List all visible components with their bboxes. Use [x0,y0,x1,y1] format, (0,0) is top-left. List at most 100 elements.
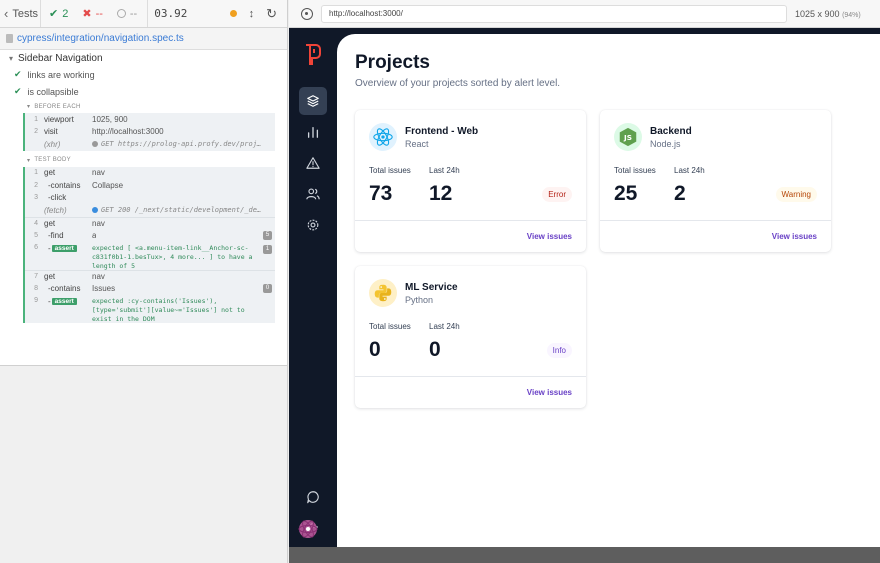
view-issues-link[interactable]: View issues [527,232,572,241]
test-row[interactable]: ✔ links are working [0,66,287,83]
url-text: http://localhost:3000/ [329,9,403,18]
assert-tag: assert [51,297,77,305]
command-name-wrap: - assert [44,297,92,306]
command-row[interactable]: 7 get nav [25,269,275,283]
spec-file-link[interactable]: cypress/integration/navigation.spec.ts [0,28,287,50]
project-name: ML Service [405,281,458,293]
svg-text:JS: JS [623,133,632,142]
test-body-title[interactable]: ▾ TEST BODY [0,154,287,167]
command-dash: - [48,243,51,253]
last-24h-value: 0 [429,338,441,361]
test-title: links are working [27,69,95,80]
nav-issues-chart-icon[interactable] [299,118,327,146]
selector-playground-icon[interactable] [301,7,313,20]
auto-scroll-indicator-icon[interactable] [229,10,237,17]
test-title: is collapsible [27,86,79,97]
last-24h-label: Last 24h [429,166,460,175]
command-row[interactable]: 5 -find a 5 [25,229,275,242]
command-name: -click [48,193,67,203]
nav-projects-icon[interactable] [299,87,327,115]
projects-page: Projects Overview of your projects sorte… [337,34,880,547]
nav-settings-icon[interactable] [299,211,327,239]
command-message: a [92,230,97,240]
failed-value: -- [95,7,103,20]
command-log: ▾ Sidebar Navigation ✔ links are working… [0,50,287,366]
assert-tag: assert [51,244,77,252]
command-message: nav [92,168,105,178]
runner-top-bar: ‹ Tests ✔ 2 ✖ -- -- 03.92 ↕ ↻ [0,0,287,28]
command-row[interactable]: (xhr) GET https://prolog-api.profy.dev/p… [25,138,275,151]
command-number: 7 [34,272,38,280]
view-issues-link[interactable]: View issues [772,232,817,241]
test-body-label: TEST BODY [34,157,71,163]
total-issues-value: 25 [614,182,638,205]
cypress-runner-panel: ‹ Tests ✔ 2 ✖ -- -- 03.92 ↕ ↻ cypress/in… [0,0,288,563]
command-row[interactable]: 2 visit http://localhost:3000 [25,126,275,139]
command-name: get [44,168,56,178]
command-number: 8 [34,284,38,292]
nav-alerts-icon[interactable] [299,149,327,177]
command-name-wrap: - assert [44,244,92,253]
pending-value: -- [129,7,138,20]
command-row[interactable]: 9 - assert expected :cy-contains('Issues… [25,295,275,323]
check-icon: ✔ [14,86,22,96]
command-name: get [44,218,56,228]
command-row[interactable]: 2 -contains Collapse [25,179,275,192]
before-each-commands: 1 viewport 1025, 900 2 visit http://loca… [23,113,275,151]
command-row[interactable]: 1 get nav [25,167,275,180]
failed-count: ✖ -- [82,7,103,21]
total-issues-value: 73 [369,182,393,205]
view-issues-link[interactable]: View issues [527,388,572,397]
check-icon: ✔ [14,69,22,79]
cypress-selector-target-icon [298,520,318,538]
total-issues-label: Total issues [369,166,411,175]
status-badge: Warning [775,187,817,202]
command-row[interactable]: 3 -click [25,192,275,205]
pending-count: -- [116,7,138,20]
assertion-message: expected :cy-contains('Issues'), [type='… [92,296,245,323]
auto-scroll-toggle-icon[interactable]: ↕ [249,8,255,20]
back-to-tests-label: Tests [12,7,39,20]
last-24h-value: 2 [674,182,686,205]
back-to-tests-button[interactable]: ‹ Tests [0,0,41,27]
command-message: 1025, 900 [92,114,128,124]
run-duration: 03.92 [154,7,188,20]
app-sidebar [289,28,337,547]
command-number: 2 [34,181,38,189]
element-count-badge: 0 [263,283,272,293]
command-row[interactable]: (fetch) GET 200 /_next/static/developmen… [25,204,275,217]
command-row[interactable]: 1 viewport 1025, 900 [25,113,275,126]
command-row[interactable]: 8 -contains Issues 0 [25,282,275,295]
project-card-footer: View issues [355,376,586,408]
viewport-dimensions: 1025 x 900 [795,8,840,19]
command-row[interactable]: 6 - assert expected [ <a.menu-item-link_… [25,242,275,270]
command-message: http://localhost:3000 [92,127,164,137]
command-number: 3 [34,194,38,202]
suite-row[interactable]: ▾ Sidebar Navigation [0,50,287,66]
command-number: 9 [34,296,38,304]
project-card-footer: View issues [355,220,586,252]
passed-count: ✔ 2 [49,7,68,21]
command-number: 2 [34,128,38,136]
before-each-hook-title[interactable]: ▾ BEFORE EACH [0,100,287,113]
page-subtitle: Overview of your projects sorted by aler… [355,78,561,89]
command-row[interactable]: 4 get nav [25,216,275,230]
app-under-test: Projects Overview of your projects sorte… [289,28,880,547]
command-message: Issues [92,283,116,293]
command-name: get [44,271,56,281]
nav-support-chat-icon[interactable] [299,483,327,511]
nav-users-icon[interactable] [299,180,327,208]
command-name: (xhr) [44,139,61,149]
command-message: GET 200 /_next/static/development/_de… [101,206,262,215]
project-card: JS Backend Node.js Total issues Last 24h… [600,110,831,252]
project-name: Frontend - Web [405,125,479,137]
rerun-icon[interactable]: ↻ [266,6,277,22]
viewport-size[interactable]: 1025 x 900 (94%) [795,9,861,19]
pending-circle-icon [116,9,126,18]
command-name: -find [48,230,64,240]
test-row[interactable]: ✔ is collapsible [0,83,287,100]
command-number: 6 [34,243,38,251]
command-number: 1 [34,115,38,123]
command-name: viewport [44,114,74,124]
preview-url-bar: http://localhost:3000/ 1025 x 900 (94%) [289,0,880,28]
